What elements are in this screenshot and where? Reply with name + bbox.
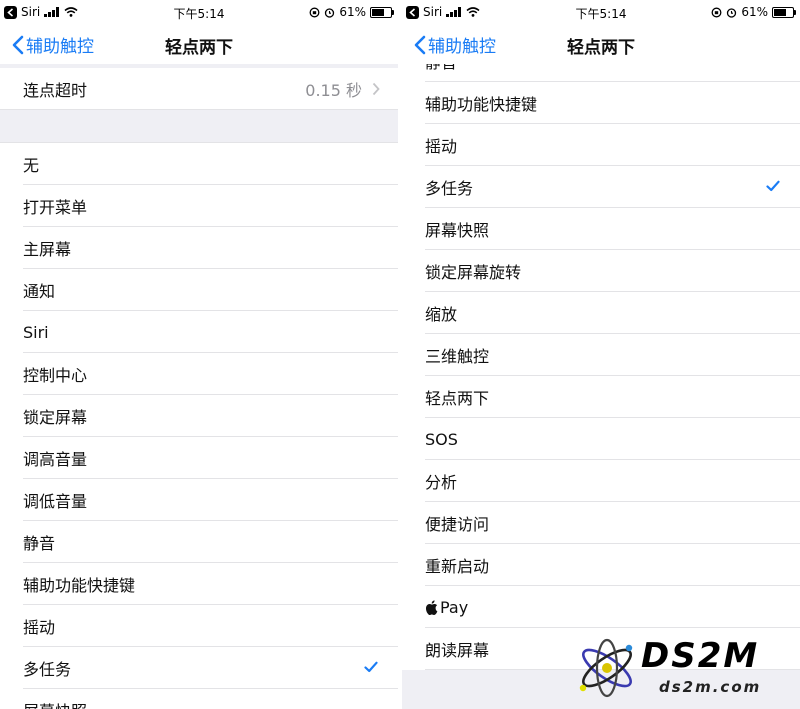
settings-list: 静音 辅助功能快捷键摇动多任务屏幕快照锁定屏幕旋转缩放三维触控轻点两下 SOS 分析… bbox=[402, 64, 800, 709]
list-item[interactable]: 辅助功能快捷键 bbox=[0, 563, 398, 605]
watermark-domain: ds2m.com bbox=[659, 678, 762, 696]
list-item-label: 重新启动 bbox=[425, 557, 490, 576]
status-bar: Siri 下午5:14 61% bbox=[0, 0, 398, 26]
right-screen: Siri 下午5:14 61% 辅助触控 轻点两下 辅助功能快捷键 摇动 多任务… bbox=[402, 0, 800, 709]
list-item[interactable]: 屏幕快照 bbox=[402, 208, 800, 250]
list-item[interactable]: 调低音量 bbox=[0, 479, 398, 521]
battery-icon bbox=[370, 6, 394, 18]
list-item-label: 辅助功能快捷键 bbox=[425, 95, 538, 114]
list-item-label: 三维触控 bbox=[425, 347, 490, 366]
nav-bar: 辅助触控 轻点两下 bbox=[402, 26, 800, 64]
list-item[interactable]: 打开菜单 bbox=[0, 185, 398, 227]
list-item-label: SOS bbox=[425, 429, 458, 449]
list-item[interactable]: 多任务 bbox=[0, 647, 398, 689]
battery-percent: 61% bbox=[339, 5, 366, 19]
atom-logo-icon bbox=[579, 638, 633, 698]
list-item[interactable]: 主屏幕 bbox=[0, 227, 398, 269]
list-item-label: 调低音量 bbox=[23, 492, 88, 511]
list-item[interactable]: 摇动 bbox=[402, 124, 800, 166]
left-screen: Siri 下午5:14 61% 辅助触控 轻点两下 连点超时 0.15 秒 无 … bbox=[0, 0, 398, 709]
list-item-label: 轻点两下 bbox=[425, 389, 490, 408]
list-item[interactable]: 无 bbox=[0, 143, 398, 185]
battery-icon bbox=[772, 6, 796, 18]
list-item-label: 摇动 bbox=[23, 618, 56, 637]
list-item[interactable]: 静音 bbox=[0, 521, 398, 563]
list-item-label: 通知 bbox=[23, 282, 56, 301]
checkmark-icon bbox=[766, 180, 780, 192]
settings-list: 连点超时 0.15 秒 无打开菜单主屏幕通知 Siri 控制中心锁定屏幕调高音量调低… bbox=[0, 64, 398, 709]
list-item[interactable]: 通知 bbox=[0, 269, 398, 311]
list-item-label: 朗读屏幕 bbox=[425, 641, 490, 660]
alarm-icon bbox=[325, 7, 335, 18]
list-item-label: 调高音量 bbox=[23, 450, 88, 469]
list-item-label: Siri bbox=[23, 322, 49, 342]
orientation-lock-icon bbox=[309, 7, 320, 17]
battery-fill bbox=[774, 8, 787, 16]
list-item-label: 屏幕快照 bbox=[425, 221, 490, 240]
list-item-label: 摇动 bbox=[425, 137, 458, 156]
list-item-label: 无 bbox=[23, 156, 40, 175]
page-title: 轻点两下 bbox=[165, 38, 233, 58]
nav-bar: 辅助触控 轻点两下 bbox=[0, 26, 398, 64]
list-item-label: Pay bbox=[440, 597, 469, 617]
list-item-label: 控制中心 bbox=[23, 366, 88, 385]
list-item[interactable]: 锁定屏幕 bbox=[0, 395, 398, 437]
list-item-label: 主屏幕 bbox=[23, 240, 72, 259]
list-item[interactable]: 便捷访问 bbox=[402, 502, 800, 544]
list-item[interactable]: 轻点两下 bbox=[402, 376, 800, 418]
battery-fill bbox=[372, 8, 385, 16]
list-item-label: 辅助功能快捷键 bbox=[23, 576, 136, 595]
list-item-label: 锁定屏幕旋转 bbox=[425, 263, 522, 282]
apple-logo-icon bbox=[425, 599, 438, 615]
list-item-label: 锁定屏幕 bbox=[23, 408, 88, 427]
watermark-logo: DS2M ds2m.com bbox=[575, 636, 795, 702]
list-item[interactable]: Pay bbox=[402, 586, 800, 628]
list-item[interactable]: 多任务 bbox=[402, 166, 800, 208]
list-item[interactable]: 锁定屏幕旋转 bbox=[402, 250, 800, 292]
list-item-label: 屏幕快照 bbox=[23, 698, 87, 709]
list-item[interactable]: 分析 bbox=[402, 460, 800, 502]
list-item[interactable]: 摇动 bbox=[0, 605, 398, 647]
list-item-label: 缩放 bbox=[425, 305, 458, 324]
checkmark-icon bbox=[364, 661, 378, 673]
list-item[interactable]: 重新启动 bbox=[402, 544, 800, 586]
list-item[interactable]: 三维触控 bbox=[402, 334, 800, 376]
section-gap bbox=[0, 110, 398, 143]
list-item-label: 多任务 bbox=[425, 179, 474, 198]
list-item[interactable]: Siri bbox=[0, 311, 398, 353]
timeout-value: 0.15 秒 bbox=[305, 81, 362, 100]
list-item-partial[interactable]: 静音 bbox=[402, 64, 800, 82]
list-item[interactable]: 缩放 bbox=[402, 292, 800, 334]
list-item-label: 分析 bbox=[425, 473, 458, 492]
timeout-label: 连点超时 bbox=[23, 81, 88, 100]
list-item-label: 静音 bbox=[23, 534, 56, 553]
list-item-label: 静音 bbox=[425, 64, 457, 73]
list-item-label: 打开菜单 bbox=[23, 198, 88, 217]
list-item[interactable]: 控制中心 bbox=[0, 353, 398, 395]
orientation-lock-icon bbox=[711, 7, 722, 17]
chevron-right-icon bbox=[372, 82, 380, 96]
page-title: 轻点两下 bbox=[567, 38, 635, 58]
list-item[interactable]: 辅助功能快捷键 bbox=[402, 82, 800, 124]
list-item[interactable]: 屏幕快照 bbox=[0, 689, 398, 709]
status-bar: Siri 下午5:14 61% bbox=[402, 0, 800, 26]
list-item-label: 多任务 bbox=[23, 660, 72, 679]
timeout-row[interactable]: 连点超时 0.15 秒 bbox=[0, 68, 398, 110]
list-item-label: 便捷访问 bbox=[425, 515, 490, 534]
alarm-icon bbox=[727, 7, 737, 18]
list-item[interactable]: 调高音量 bbox=[0, 437, 398, 479]
list-item[interactable]: SOS bbox=[402, 418, 800, 460]
battery-percent: 61% bbox=[741, 5, 768, 19]
watermark-brand: DS2M bbox=[641, 636, 760, 676]
